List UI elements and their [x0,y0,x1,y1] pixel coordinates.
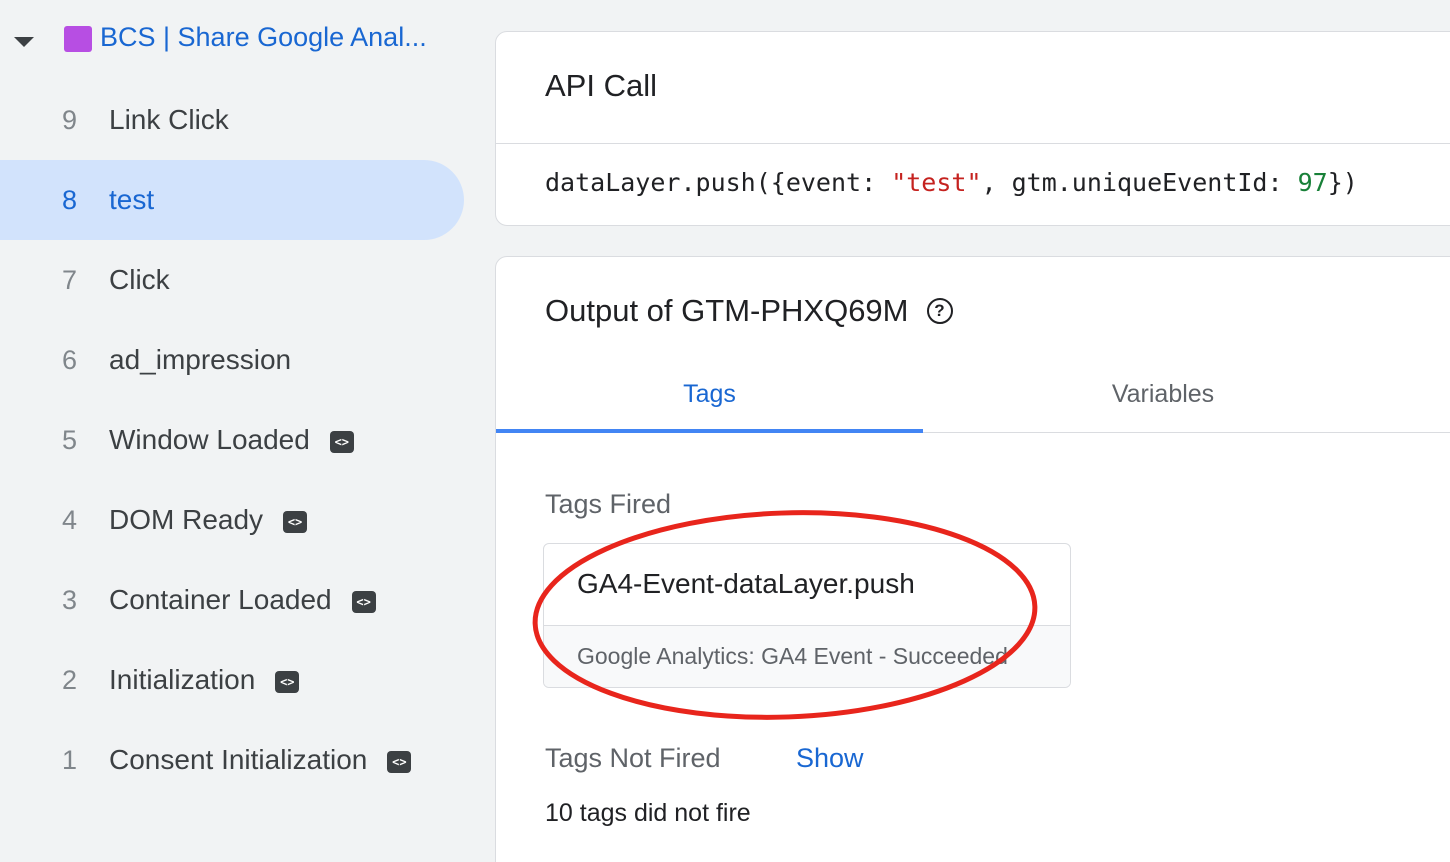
event-label: DOM Ready <> [109,504,308,536]
event-label-text: test [109,184,155,215]
code-middle: , gtm.uniqueEventId: [981,168,1298,197]
event-label-text: Initialization [109,664,256,695]
container-color-swatch [64,26,92,52]
sidebar-event-7[interactable]: 7 Click [0,240,464,320]
fired-tag-name: GA4-Event-dataLayer.push [577,568,915,599]
code-prefix: dataLayer.push({event: [545,168,892,197]
output-card: Output of GTM-PHXQ69M ? Tags Variables T… [495,256,1450,862]
code-icon: <> [351,591,376,613]
event-number: 9 [62,104,78,135]
tab-variables[interactable]: Variables [923,357,1403,432]
code-icon: <> [275,671,300,693]
event-label: Window Loaded <> [109,424,354,456]
event-label: Consent Initialization <> [109,744,412,776]
code-icon: <> [387,751,412,773]
event-label-text: Window Loaded [109,424,310,455]
output-tabs: Tags Variables [496,357,1450,433]
container-name: BCS | Share Google Anal... [100,22,427,52]
show-not-fired-link[interactable]: Show [796,743,864,774]
event-number: 2 [62,664,78,695]
event-sidebar: BCS | Share Google Anal... 9 Link Click 8 t… [0,0,480,862]
code-number: 97 [1297,168,1328,197]
help-icon[interactable]: ? [926,298,953,324]
fired-tag-card[interactable]: GA4-Event-dataLayer.push Google Analytic… [543,543,1071,688]
caret-down-icon[interactable] [14,37,34,47]
sidebar-event-5[interactable]: 5 Window Loaded <> [0,400,464,480]
event-label-text: ad_impression [109,344,292,375]
tags-not-fired-heading: Tags Not Fired [545,743,721,773]
divider [496,143,1450,144]
sidebar-event-2[interactable]: 2 Initialization <> [0,640,464,720]
event-number: 5 [62,424,78,455]
event-label: Container Loaded <> [109,584,376,616]
api-call-card: API Call dataLayer.push({event: "test", … [495,31,1450,226]
api-call-code: dataLayer.push({event: "test", gtm.uniqu… [545,168,1358,197]
event-label: Click [109,264,170,296]
not-fired-count: 10 tags did not fire [545,799,751,827]
event-label-text: Link Click [109,104,229,135]
sidebar-event-3[interactable]: 3 Container Loaded <> [0,560,464,640]
tab-tags[interactable]: Tags [496,357,923,433]
event-number: 6 [62,344,78,375]
sidebar-event-4[interactable]: 4 DOM Ready <> [0,480,464,560]
code-icon: <> [329,431,354,453]
tags-fired-heading: Tags Fired [545,489,672,519]
event-number: 1 [62,744,78,775]
event-number: 3 [62,584,78,615]
output-title-text: Output of GTM-PHXQ69M [545,293,909,328]
code-string: "test" [891,168,982,197]
event-label-text: Click [109,264,170,295]
code-suffix: }) [1327,168,1358,197]
api-call-title: API Call [545,68,657,103]
fired-tag-footer: Google Analytics: GA4 Event - Succeeded [544,625,1070,687]
sidebar-event-6[interactable]: 6 ad_impression [0,320,464,400]
sidebar-event-1[interactable]: 1 Consent Initialization <> [0,720,464,800]
event-label: Initialization <> [109,664,300,696]
event-label-text: Container Loaded [109,584,332,615]
sidebar-event-8[interactable]: 8 test [0,160,464,240]
event-label: Link Click [109,104,229,136]
event-number: 8 [62,184,78,215]
event-label: test [109,184,154,216]
event-number: 4 [62,504,78,535]
code-icon: <> [283,511,308,533]
event-label-text: DOM Ready [109,504,264,535]
output-title: Output of GTM-PHXQ69M ? [545,293,953,329]
event-label-text: Consent Initialization [109,744,368,775]
sidebar-event-9[interactable]: 9 Link Click [0,80,464,160]
container-header[interactable]: BCS | Share Google Anal... [0,0,480,80]
event-label: ad_impression [109,344,291,376]
fired-tag-status: Google Analytics: GA4 Event - Succeeded [577,643,1008,669]
event-number: 7 [62,264,78,295]
